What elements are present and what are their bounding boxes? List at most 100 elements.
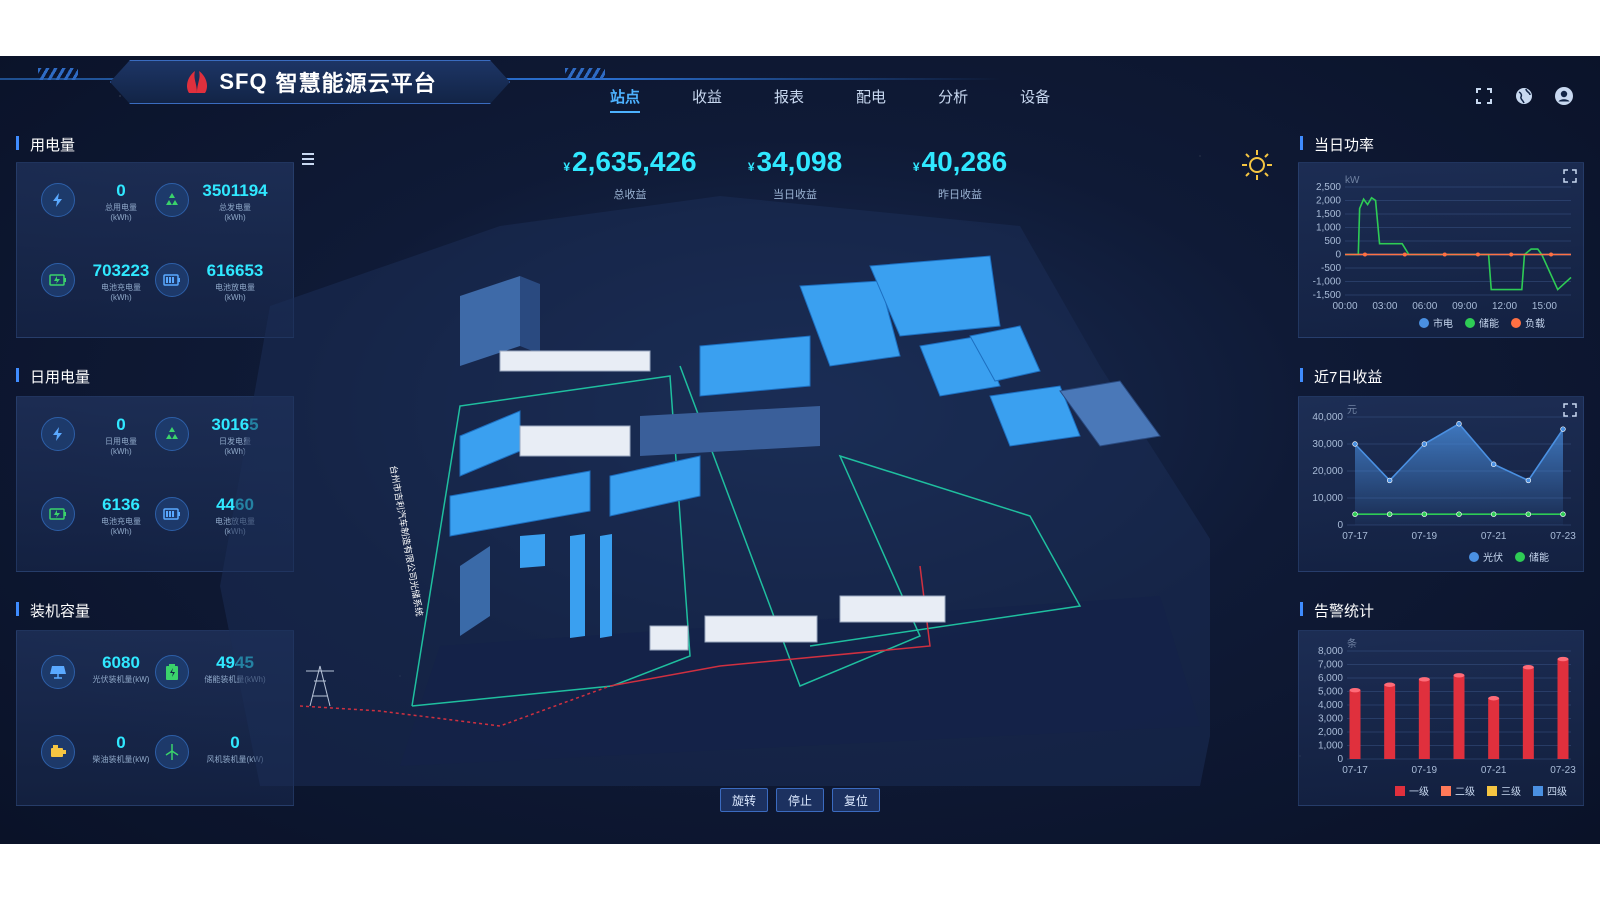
legend-item: 三级 [1487, 783, 1521, 798]
main-nav: 站点 收益 报表 配电 分析 设备 [610, 86, 1050, 113]
alarm-chart-legend: 一级 二级 三级 四级 [1395, 783, 1567, 798]
x-tick-label: 07-17 [1342, 531, 1368, 542]
solar-panel-icon [41, 655, 75, 689]
battery-discharge-icon [155, 263, 189, 297]
stat-unit: (kWh) [110, 293, 132, 302]
y-tick-label: 2,000 [1318, 727, 1343, 738]
alarm-chart-panel: 8,000 7,000 6,000 5,000 4,000 3,000 2,000 1,000… [1298, 630, 1584, 806]
nav-tab-distribution[interactable]: 配电 [856, 86, 886, 113]
expand-icon[interactable] [1563, 169, 1577, 183]
stat-label: 光伏装机量(kW) [92, 675, 150, 684]
bar-cap [1557, 656, 1569, 662]
y-tick-label: 40,000 [1312, 412, 1343, 423]
power-chart-panel: 2,500 2,000 1,500 1,000 500 0 -500 -1,000 -1,500… [1298, 162, 1584, 338]
bar-一级 [1488, 698, 1500, 759]
stat-pv-capacity: 6080 光伏装机量(kW) [41, 651, 161, 711]
stat-daily-battery-charge: 6136 电池充电量 (kWh) [41, 493, 161, 553]
data-point [1525, 511, 1532, 517]
alarm-bar-chart: 8,000 7,000 6,000 5,000 4,000 3,000 2,000 1,000… [1318, 637, 1576, 776]
map-controls: 旋转 停止 复位 [720, 788, 880, 812]
stat-label: 日用电量 [105, 437, 137, 446]
nav-tab-devices[interactable]: 设备 [1020, 86, 1050, 113]
user-icon[interactable] [1554, 86, 1574, 106]
data-point [1386, 477, 1393, 484]
nav-tab-revenue[interactable]: 收益 [692, 86, 722, 113]
alarm-chart-title: 告警统计 [1300, 600, 1374, 621]
revenue-chart-panel: 40,000 30,000 20,000 10,000 0 元 07-17 07-19 07-2… [1298, 396, 1584, 572]
rotate-button[interactable]: 旋转 [720, 788, 768, 812]
data-point [1362, 252, 1367, 257]
brand-banner: SFQ 智慧能源云平台 [110, 60, 510, 104]
x-tick-label: 03:00 [1372, 301, 1397, 312]
stat-diesel-capacity: 0 柴油装机量(kW) [41, 731, 161, 791]
y-axis-unit: kW [1345, 175, 1360, 186]
bar-一级 [1557, 659, 1569, 759]
y-tick-label: 4,000 [1318, 700, 1343, 711]
data-point [1352, 511, 1358, 517]
x-tick-label: 07-21 [1481, 765, 1507, 776]
x-tick-label: 09:00 [1452, 301, 1477, 312]
data-point [1352, 441, 1358, 447]
bar-一级 [1522, 667, 1534, 759]
daily-usage-title: 日用电量 [16, 366, 90, 387]
data-point [1509, 252, 1514, 257]
bar-一级 [1349, 690, 1361, 759]
stat-battery-charge: 703223 电池充电量 (kWh) [41, 259, 161, 319]
factory-3d-map[interactable]: 台州市吉利汽车制造有限公司光储系统 [200, 166, 1210, 786]
y-tick-label: 2,500 [1316, 182, 1341, 193]
nav-tab-station[interactable]: 站点 [610, 86, 641, 113]
battery-charge-icon [41, 497, 75, 531]
header-decoration [565, 68, 605, 80]
legend-item: 一级 [1395, 783, 1429, 798]
y-tick-label: 7,000 [1318, 660, 1343, 671]
x-tick-label: 12:00 [1492, 301, 1517, 312]
y-tick-label: -1,500 [1313, 290, 1342, 301]
x-tick-label: 07-23 [1550, 531, 1576, 542]
y-tick-label: 0 [1337, 754, 1343, 765]
nav-tab-reports[interactable]: 报表 [774, 86, 804, 113]
x-tick-label: 07-21 [1481, 531, 1507, 542]
stat-value: 0 [116, 733, 126, 752]
data-point [1549, 252, 1554, 257]
lightning-icon [41, 183, 75, 217]
legend-item: 四级 [1533, 783, 1567, 798]
legend-item: 储能 [1515, 549, 1549, 564]
bar-cap [1418, 677, 1430, 682]
y-axis-unit: 元 [1347, 405, 1357, 416]
fullscreen-icon[interactable] [1474, 86, 1494, 106]
storage-icon [155, 655, 189, 689]
stat-unit: (kWh) [110, 527, 132, 536]
data-point [1421, 511, 1428, 517]
expand-icon[interactable] [1563, 403, 1577, 417]
x-tick-label: 07-17 [1342, 765, 1368, 776]
data-point [1560, 511, 1566, 517]
battery-charge-icon [41, 263, 75, 297]
stat-label: 电池充电量 [101, 517, 141, 526]
data-point [1456, 421, 1462, 427]
nav-tab-analysis[interactable]: 分析 [938, 86, 968, 113]
y-tick-label: 0 [1335, 250, 1341, 261]
revenue-area-chart: 40,000 30,000 20,000 10,000 0 元 07-17 07-19 07-2… [1312, 405, 1576, 542]
wind-turbine-icon [155, 735, 189, 769]
globe-icon[interactable] [1514, 86, 1534, 106]
stop-button[interactable]: 停止 [776, 788, 824, 812]
bar-cap [1453, 673, 1465, 678]
data-point [1386, 511, 1393, 517]
y-tick-label: 10,000 [1312, 493, 1343, 504]
y-tick-label: 0 [1337, 520, 1343, 531]
power-line-chart: 2,500 2,000 1,500 1,000 500 0 -500 -1,000 -1,500… [1313, 175, 1572, 312]
menu-icon[interactable] [300, 152, 316, 166]
reset-button[interactable]: 复位 [832, 788, 880, 812]
stat-value: 703223 [92, 261, 150, 280]
recycle-icon [155, 417, 189, 451]
y-tick-label: 8,000 [1318, 646, 1343, 657]
legend-item: 二级 [1441, 783, 1475, 798]
bar-cap [1488, 696, 1500, 701]
lightning-icon [41, 417, 75, 451]
sfq-logo-icon [187, 71, 208, 93]
x-tick-label: 07-23 [1550, 765, 1576, 776]
stat-label: 电池充电量 [101, 283, 141, 292]
stat-total-consumption: 0 总用电量 (kWh) [41, 179, 161, 239]
sun-weather-icon[interactable] [1240, 148, 1274, 182]
battery-discharge-icon [155, 497, 189, 531]
